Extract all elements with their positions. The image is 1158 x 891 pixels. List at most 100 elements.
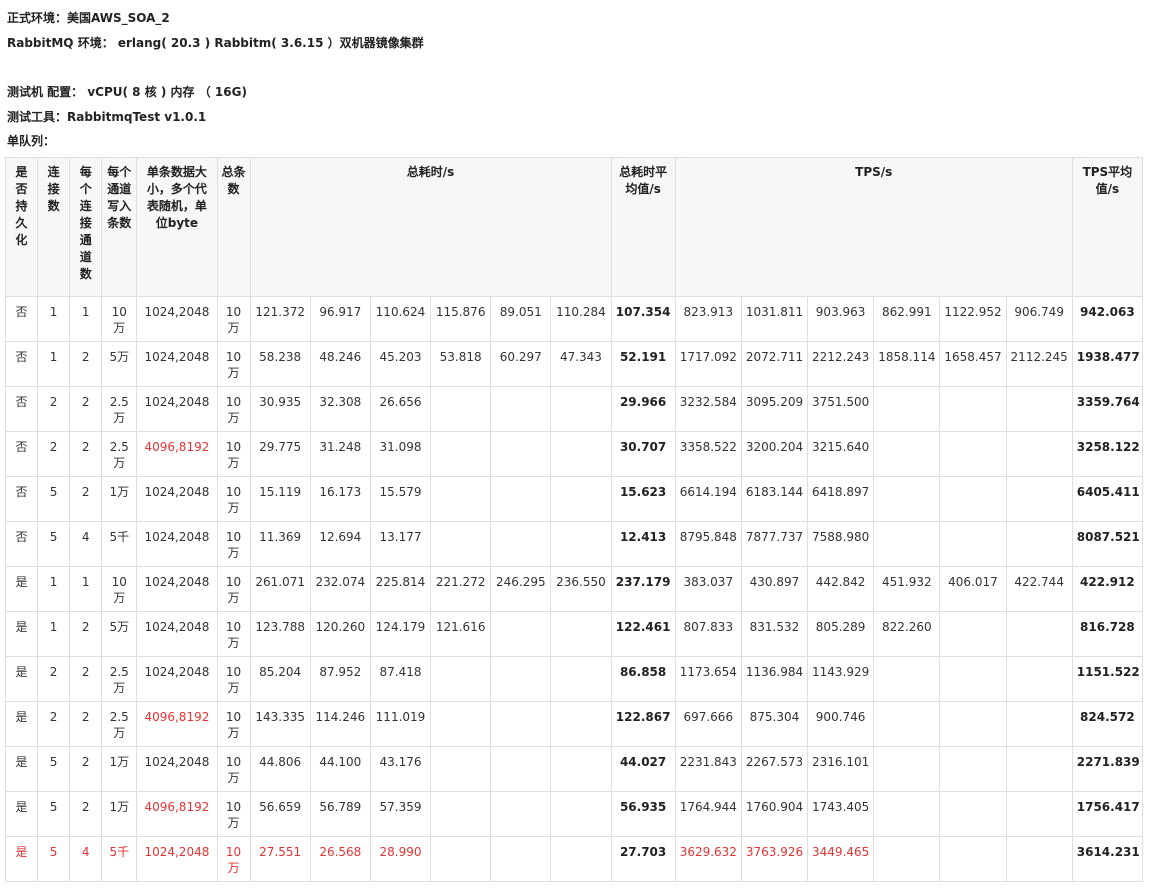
table-cell: 2112.245 — [1005, 341, 1073, 387]
table-cell: 10万 — [216, 296, 251, 342]
table-cell: 4 — [69, 521, 103, 567]
table-cell: 是 — [4, 701, 39, 747]
table-cell: 383.037 — [674, 566, 742, 612]
table-cell: 2 — [37, 656, 71, 702]
table-cell: 12.413 — [610, 521, 676, 567]
header-writes: 每个通道写入条数 — [101, 157, 138, 297]
table-cell: 29.775 — [249, 431, 311, 477]
table-cell: 1760.904 — [740, 791, 809, 837]
table-cell: 15.119 — [249, 476, 311, 522]
table-cell — [430, 701, 492, 747]
table-cell: 237.179 — [610, 566, 676, 612]
table-row: 是 1 2 5万 1024,2048 10万 123.788 120.260 124.179 12… — [4, 611, 1144, 657]
table-cell: 56.659 — [249, 791, 311, 837]
table-cell: 107.354 — [610, 296, 676, 342]
table-cell: 442.842 — [807, 566, 875, 612]
table-cell: 1173.654 — [674, 656, 742, 702]
table-cell: 10万 — [216, 656, 251, 702]
table-cell: 45.203 — [369, 341, 432, 387]
table-cell: 5 — [37, 476, 71, 522]
table-cell: 261.071 — [249, 566, 311, 612]
table-cell: 236.550 — [550, 566, 612, 612]
table-cell — [873, 656, 941, 702]
table-cell — [873, 746, 941, 792]
table-cell: 3215.640 — [807, 431, 875, 477]
table-cell: 823.913 — [674, 296, 742, 342]
table-cell: 31.098 — [369, 431, 432, 477]
table-cell: 3200.204 — [740, 431, 809, 477]
table-cell: 16.173 — [309, 476, 371, 522]
table-cell — [430, 386, 492, 432]
table-cell: 10万 — [216, 791, 251, 837]
table-cell: 2 — [37, 701, 71, 747]
table-cell — [873, 701, 941, 747]
table-cell: 3359.764 — [1071, 386, 1144, 432]
table-cell: 1024,2048 — [136, 566, 218, 612]
table-cell: 122.461 — [610, 611, 676, 657]
table-cell: 1 — [69, 296, 103, 342]
table-cell: 13.177 — [369, 521, 432, 567]
table-cell: 2.5万 — [101, 386, 138, 432]
table-cell: 1756.417 — [1071, 791, 1144, 837]
info-rabbitmq: RabbitMQ 环境： erlang( 20.3 ) Rabbitm( 3.6… — [7, 36, 424, 50]
table-cell: 6405.411 — [1071, 476, 1144, 522]
table-cell: 15.623 — [610, 476, 676, 522]
table-cell: 406.017 — [939, 566, 1007, 612]
table-cell: 2 — [69, 701, 103, 747]
table-row: 否 5 4 5千 1024,2048 10万 11.369 12.694 13.177 12.41… — [4, 521, 1144, 567]
table-cell — [1005, 791, 1073, 837]
table-cell: 28.990 — [369, 836, 432, 882]
table-cell — [1005, 611, 1073, 657]
table-cell — [550, 791, 612, 837]
table-cell: 3614.231 — [1071, 836, 1144, 882]
table-cell: 903.963 — [807, 296, 875, 342]
table-cell: 是 — [4, 791, 39, 837]
table-cell — [873, 836, 941, 882]
table-cell — [490, 476, 552, 522]
table-row: 是 5 2 1万 4096,8192 10万 56.659 56.789 57.359 56.93… — [4, 791, 1144, 837]
table-cell: 1024,2048 — [136, 521, 218, 567]
table-cell: 6183.144 — [740, 476, 809, 522]
table-cell: 1743.405 — [807, 791, 875, 837]
table-cell: 1024,2048 — [136, 836, 218, 882]
table-cell: 12.694 — [309, 521, 371, 567]
table-cell: 2.5万 — [101, 431, 138, 477]
header-persist: 是否持久化 — [4, 157, 39, 297]
table-cell — [550, 611, 612, 657]
table-cell: 1024,2048 — [136, 341, 218, 387]
table-cell: 2 — [69, 341, 103, 387]
table-cell: 822.260 — [873, 611, 941, 657]
table-cell — [1005, 476, 1073, 522]
info-env: 正式环境：美国AWS_SOA_2 — [7, 11, 170, 25]
table-cell: 1 — [37, 611, 71, 657]
table-cell: 否 — [4, 386, 39, 432]
table-cell: 56.935 — [610, 791, 676, 837]
table-cell: 10万 — [216, 386, 251, 432]
table-cell: 123.788 — [249, 611, 311, 657]
table-cell: 111.019 — [369, 701, 432, 747]
table-cell: 422.744 — [1005, 566, 1073, 612]
table-cell: 2072.711 — [740, 341, 809, 387]
table-cell: 1024,2048 — [136, 476, 218, 522]
table-cell — [550, 701, 612, 747]
table-cell — [873, 521, 941, 567]
table-cell: 1024,2048 — [136, 611, 218, 657]
table-cell — [490, 386, 552, 432]
table-cell: 5 — [37, 746, 71, 792]
table-cell — [490, 611, 552, 657]
table-cell: 1764.944 — [674, 791, 742, 837]
table-cell — [430, 431, 492, 477]
table-cell: 3358.522 — [674, 431, 742, 477]
table-cell: 89.051 — [490, 296, 552, 342]
table-cell: 3629.632 — [674, 836, 742, 882]
table-cell: 1938.477 — [1071, 341, 1144, 387]
table-cell: 是 — [4, 611, 39, 657]
results-table: 是否持久化 连接数 每个连接通道数 每个通道写入条数 单条数据大小，多个代表随机… — [4, 157, 1144, 882]
table-cell: 53.818 — [430, 341, 492, 387]
table-cell: 5千 — [101, 521, 138, 567]
table-cell: 121.372 — [249, 296, 311, 342]
header-channels: 每个连接通道数 — [69, 157, 103, 297]
table-cell: 3449.465 — [807, 836, 875, 882]
table-row: 是 5 2 1万 1024,2048 10万 44.806 44.100 43.176 44.02… — [4, 746, 1144, 792]
table-cell — [430, 791, 492, 837]
